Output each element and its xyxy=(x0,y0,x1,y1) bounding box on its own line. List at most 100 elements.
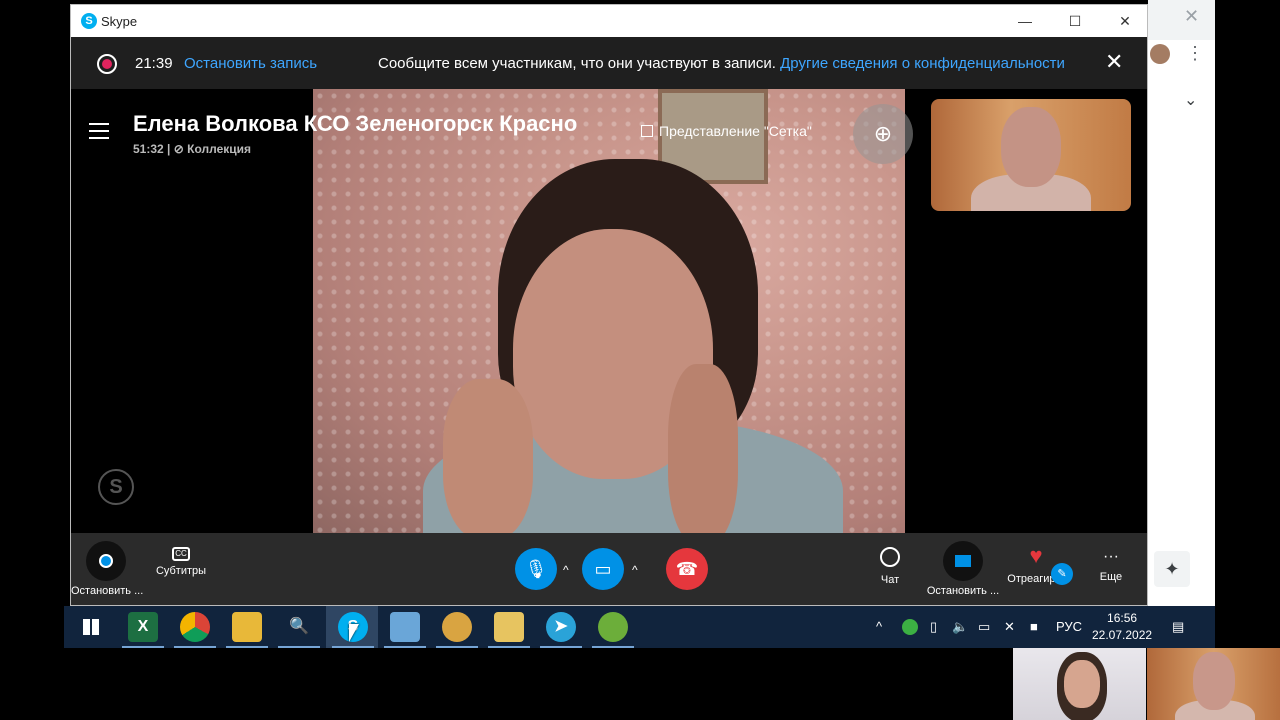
maximize-button[interactable]: ☐ xyxy=(1055,9,1095,33)
taskbar-running-indicator xyxy=(488,646,530,648)
browser-avatar[interactable] xyxy=(1150,44,1170,64)
close-button[interactable]: ✕ xyxy=(1105,9,1145,33)
participant-face xyxy=(1193,652,1235,710)
taskbar-running-indicator xyxy=(332,646,374,648)
paint-icon[interactable] xyxy=(436,612,478,648)
tray-chevron-icon[interactable]: ^ xyxy=(876,619,882,634)
browser-close-icon[interactable]: ✕ xyxy=(1184,6,1199,27)
video-person-hand xyxy=(443,379,533,533)
share-stop-icon xyxy=(943,541,983,581)
view-mode-label: Представление "Сетка" xyxy=(659,123,812,139)
volume-icon[interactable]: 🔈 xyxy=(952,619,968,635)
grid-icon xyxy=(641,125,653,137)
device-icon[interactable]: ▯ xyxy=(930,619,937,635)
stop-recording-link[interactable]: Остановить запись xyxy=(184,55,317,72)
app-tray-icon[interactable]: ■ xyxy=(1030,619,1038,634)
separator: | ⊘ xyxy=(167,142,188,156)
microphone-options-chevron-icon[interactable]: ^ xyxy=(563,563,569,577)
pin-icon[interactable]: ✦ xyxy=(1154,551,1190,587)
heart-icon: ♥ xyxy=(1029,543,1043,568)
taskbar-running-indicator xyxy=(226,646,268,648)
more-icon: ··· xyxy=(1103,548,1119,565)
stop-share-label: Остановить ... xyxy=(926,585,1000,597)
more-label: Еще xyxy=(1099,571,1123,583)
stop-recording-button[interactable]: Остановить ... xyxy=(71,541,144,597)
pencil-icon[interactable]: ✎ xyxy=(1051,563,1073,585)
desktop: ✕ ⋮ ⌄ ✦ S Skype — ☐ ✕ 21:39 Остановить з… xyxy=(0,0,1280,720)
participant-thumbnail-woman xyxy=(1013,648,1146,720)
privacy-link[interactable]: Другие сведения о конфиденциальности xyxy=(780,55,1065,72)
skype-logo-icon: S xyxy=(81,13,97,29)
browser-menu-icon[interactable]: ⋮ xyxy=(1186,42,1204,64)
add-person-icon[interactable]: ⊕ xyxy=(853,104,913,164)
more-button[interactable]: ··· Еще xyxy=(1091,547,1131,583)
call-title: Елена Волкова КСО Зеленогорск Красно xyxy=(133,111,578,136)
sticky-icon[interactable] xyxy=(488,612,530,648)
language-indicator[interactable]: РУС xyxy=(1056,619,1082,634)
notepad-icon[interactable] xyxy=(384,612,426,648)
background-browser: ✕ ⋮ ⌄ ✦ xyxy=(1148,0,1215,606)
notification-icon[interactable]: ▤ xyxy=(1172,619,1184,635)
chrome-icon[interactable] xyxy=(174,612,216,648)
call-area: Елена Волкова КСО Зеленогорск Красно 51:… xyxy=(71,89,1147,533)
hangup-button[interactable]: ☎ xyxy=(666,548,708,590)
skype-watermark-icon: S xyxy=(98,469,134,505)
microphone-icon: 🎙 xyxy=(515,548,557,590)
thumbnail-person-head xyxy=(1001,107,1061,187)
view-mode-button[interactable]: Представление "Сетка" xyxy=(641,123,812,139)
windows-start-icon[interactable] xyxy=(76,612,106,642)
main-video[interactable] xyxy=(313,89,905,533)
chevron-down-icon[interactable]: ⌄ xyxy=(1184,90,1197,110)
chat-label: Чат xyxy=(880,574,900,586)
camera-options-chevron-icon[interactable]: ^ xyxy=(632,563,638,577)
chat-button[interactable]: Чат xyxy=(865,547,915,586)
collection-label[interactable]: Коллекция xyxy=(187,142,251,156)
clock[interactable]: 16:56 22.07.2022 xyxy=(1092,610,1152,644)
taskbar-running-indicator xyxy=(122,646,164,648)
clock-date: 22.07.2022 xyxy=(1092,628,1153,642)
taskbar-running-indicator xyxy=(540,646,582,648)
subtitles-button[interactable]: CC Субтитры xyxy=(151,547,211,577)
recording-notice: Сообщите всем участникам, что они участв… xyxy=(378,55,1065,72)
call-controls: Остановить ... CC Субтитры 🎙 ^ ▭ ^ ☎ Чат xyxy=(71,533,1147,605)
excel-icon[interactable]: X xyxy=(122,612,164,648)
security-icon[interactable] xyxy=(902,619,918,635)
participant-thumbnail-man xyxy=(1147,648,1280,720)
telegram-icon[interactable]: ➤ xyxy=(540,612,582,648)
wifi-icon[interactable]: ✕ xyxy=(1004,619,1015,635)
hangup-icon: ☎ xyxy=(666,548,708,590)
stop-recording-label: Остановить ... xyxy=(71,585,144,597)
camera-button[interactable]: ▭ xyxy=(582,548,624,590)
browser-tabstrip xyxy=(1148,0,1215,40)
recording-bar: 21:39 Остановить запись Сообщите всем уч… xyxy=(71,37,1147,89)
taskbar-running-indicator xyxy=(592,646,634,648)
self-video-thumbnail[interactable] xyxy=(931,99,1131,211)
subtitles-label: Субтитры xyxy=(155,565,207,577)
taskbar-running-indicator xyxy=(384,646,426,648)
participant-face xyxy=(1064,660,1100,708)
menu-icon[interactable] xyxy=(89,123,109,139)
mouse-cursor xyxy=(349,624,359,642)
search-icon[interactable]: 🔍 xyxy=(278,612,320,648)
network-icon[interactable]: ▭ xyxy=(978,619,990,635)
window-title: Skype xyxy=(101,14,138,29)
clock-time: 16:56 xyxy=(1107,611,1138,625)
recording-notice-text: Сообщите всем участникам, что они участв… xyxy=(378,55,776,72)
skype-window: S Skype — ☐ ✕ 21:39 Остановить запись Со… xyxy=(70,4,1148,606)
minimize-button[interactable]: — xyxy=(1005,9,1045,33)
call-meta: 51:32 | ⊘ Коллекция xyxy=(133,142,251,156)
game-icon[interactable] xyxy=(592,612,634,648)
recording-time: 21:39 xyxy=(135,55,173,72)
title-bar: S Skype — ☐ ✕ xyxy=(71,5,1147,37)
subtitles-icon: CC xyxy=(172,547,190,561)
taskbar: X 🔍 S ➤ ^ ▯ 🔈 ▭ ✕ ■ РУС 16:56 22.07.2022… xyxy=(64,606,1215,648)
stop-share-button[interactable]: Остановить ... xyxy=(923,541,1003,597)
chat-icon xyxy=(880,547,900,567)
microphone-button[interactable]: 🎙 xyxy=(515,548,557,590)
taskbar-running-indicator xyxy=(174,646,216,648)
close-icon[interactable]: ✕ xyxy=(1105,51,1123,73)
video-person-hand xyxy=(668,364,738,533)
folder-icon[interactable] xyxy=(226,612,268,648)
camera-icon: ▭ xyxy=(582,548,624,590)
taskbar-running-indicator xyxy=(436,646,478,648)
